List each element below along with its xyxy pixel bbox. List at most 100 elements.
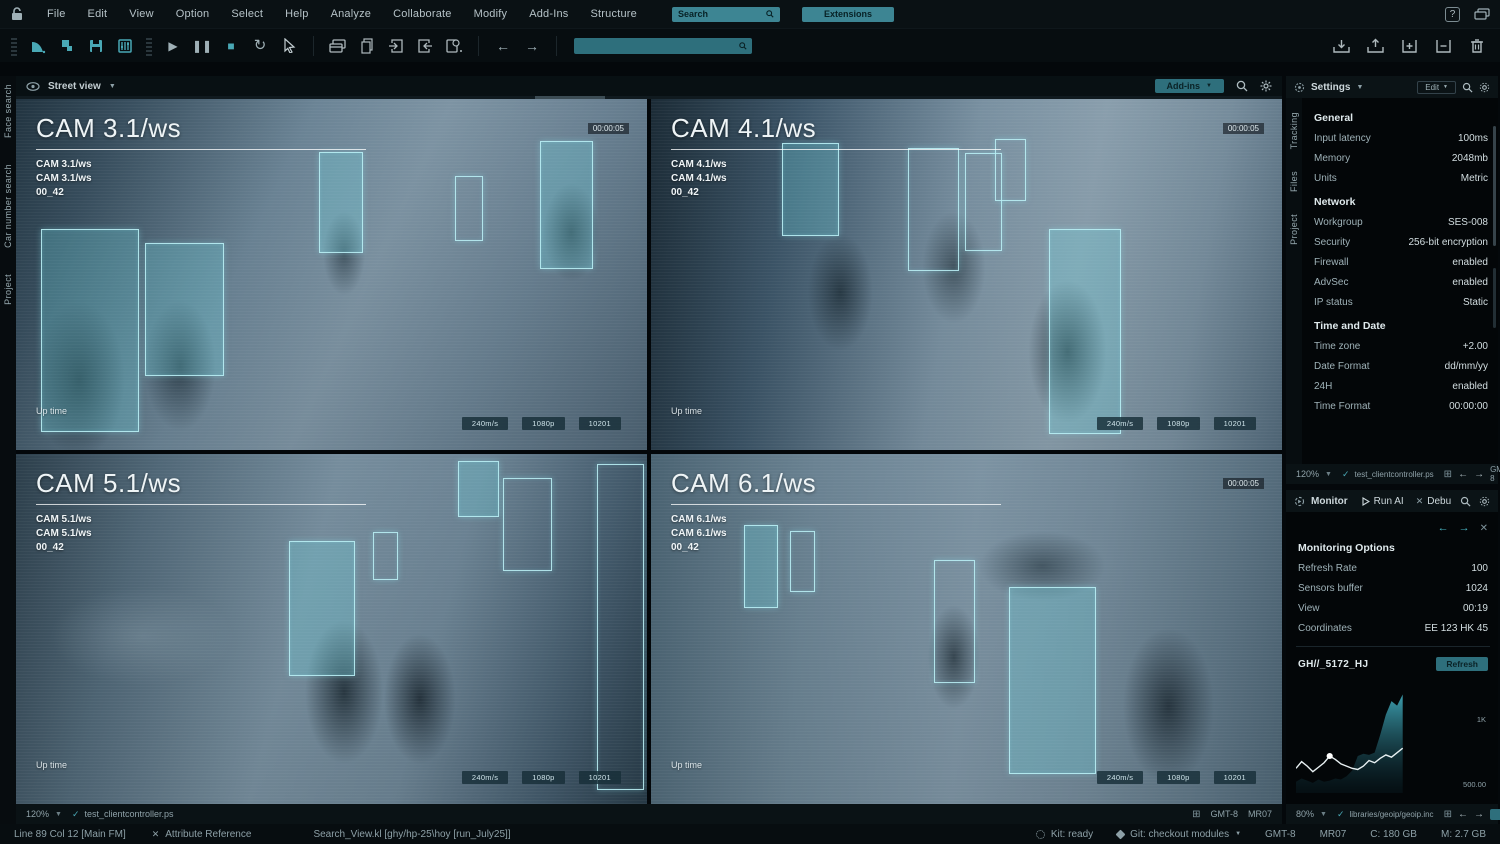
monitor-row-coordinates[interactable]: CoordinatesEE 123 HK 45	[1296, 618, 1490, 638]
run-ai-button[interactable]: Run AI	[1362, 496, 1404, 507]
history-doc-icon[interactable]	[443, 35, 465, 57]
monitor-row-sensors-buffer[interactable]: Sensors buffer1024	[1296, 578, 1490, 598]
tracking-box[interactable]	[289, 541, 355, 676]
gear-icon[interactable]	[1479, 496, 1490, 507]
back-icon[interactable]: ←	[1458, 469, 1468, 480]
settings-row-date-format[interactable]: Date Formatdd/mm/yy	[1312, 356, 1490, 376]
trash-icon[interactable]	[1466, 35, 1488, 57]
forward-icon[interactable]: →	[1474, 469, 1484, 480]
menu-item-view[interactable]: View	[118, 8, 164, 20]
settings-row-security[interactable]: Security256-bit encryption	[1312, 232, 1490, 252]
gear-icon[interactable]	[1479, 82, 1490, 93]
settings-row-time-format[interactable]: Time Format00:00:00	[1312, 396, 1490, 416]
vertical-scrollbar[interactable]	[1493, 268, 1496, 328]
toolbar-grip[interactable]	[11, 36, 17, 56]
add-frame-icon[interactable]	[1398, 35, 1420, 57]
transform-icon[interactable]: ↻	[249, 35, 271, 57]
tracking-box[interactable]	[597, 464, 644, 790]
menubar-search-input[interactable]: Search	[672, 7, 780, 22]
grid-icon[interactable]: ⊞	[1444, 469, 1452, 480]
settings-row-memory[interactable]: Memory2048mb	[1312, 148, 1490, 168]
menu-item-option[interactable]: Option	[165, 8, 221, 20]
tracking-box[interactable]	[540, 141, 594, 269]
debug-button[interactable]: ✕ Debu	[1416, 496, 1451, 507]
chevron-down-icon[interactable]: ▼	[109, 83, 116, 90]
toolbar-search-input[interactable]	[574, 38, 752, 54]
settings-row-advsec[interactable]: AdvSecenabled	[1312, 272, 1490, 292]
forward-icon[interactable]: →	[1474, 809, 1484, 820]
settings-tab-project[interactable]: Project	[1289, 214, 1299, 245]
grid-icon[interactable]: ⊞	[1192, 809, 1200, 820]
monitor-row-refresh-rate[interactable]: Refresh Rate100	[1296, 558, 1490, 578]
rail-face-search[interactable]: Face search	[3, 84, 13, 138]
rail-project[interactable]: Project	[3, 274, 13, 305]
addins-button[interactable]: Add-ins ▼	[1155, 79, 1224, 93]
menu-item-modify[interactable]: Modify	[463, 8, 519, 20]
help-icon[interactable]: ?	[1445, 7, 1460, 22]
search-icon[interactable]	[1236, 80, 1248, 92]
tracking-box[interactable]	[1049, 229, 1122, 434]
tracking-box[interactable]	[1009, 587, 1096, 775]
settings-tab-files[interactable]: Files	[1289, 171, 1299, 192]
extensions-button[interactable]: Extensions	[802, 7, 894, 22]
tracking-box[interactable]	[145, 243, 224, 376]
camera-feed-c4[interactable]: CAM 4.1/ws CAM 4.1/ws CAM 4.1/ws 00_42 0…	[651, 99, 1282, 450]
active-file[interactable]: ✓ libraries/geoip/geoip.inc	[1337, 809, 1434, 820]
settings-row-workgroup[interactable]: WorkgroupSES-008	[1312, 212, 1490, 232]
import-tray-icon[interactable]	[1330, 35, 1352, 57]
git-status[interactable]: Git: checkout modules ▼	[1117, 829, 1241, 840]
action-chip[interactable]	[1490, 809, 1500, 820]
settings-row-time-zone[interactable]: Time zone+2.00	[1312, 336, 1490, 356]
settings-row-24h[interactable]: 24Henabled	[1312, 376, 1490, 396]
save-icon[interactable]	[85, 35, 107, 57]
toolbar-grip[interactable]	[146, 36, 152, 56]
tracking-box[interactable]	[503, 478, 552, 571]
forward-icon[interactable]: →	[521, 35, 543, 57]
stop-icon[interactable]: ■	[220, 35, 242, 57]
menu-item-structure[interactable]: Structure	[580, 8, 648, 20]
tracking-box[interactable]	[373, 532, 398, 579]
camera-feed-c3[interactable]: CAM 3.1/ws CAM 3.1/ws CAM 3.1/ws 00_42 0…	[16, 99, 647, 450]
camera-feed-c6[interactable]: CAM 6.1/ws CAM 6.1/ws CAM 6.1/ws 00_42 0…	[651, 454, 1282, 805]
chevron-down-icon[interactable]: ▼	[1356, 84, 1363, 91]
tracking-box[interactable]	[455, 176, 483, 241]
tab-street-view[interactable]: Street view	[48, 81, 101, 92]
grid-icon[interactable]: ⊞	[1444, 809, 1452, 820]
tracking-box[interactable]	[458, 461, 499, 517]
gear-icon[interactable]	[1260, 80, 1272, 92]
settings-row-input-latency[interactable]: Input latency100ms	[1312, 128, 1490, 148]
zoom-level[interactable]: 80%▼	[1296, 809, 1327, 819]
back-icon[interactable]: ←	[1438, 522, 1449, 534]
monitor-row-view[interactable]: View00:19	[1296, 598, 1490, 618]
menu-item-help[interactable]: Help	[274, 8, 319, 20]
export-tray-icon[interactable]	[1364, 35, 1386, 57]
layers-tool-icon[interactable]	[56, 35, 78, 57]
attribute-reference[interactable]: ✕ Attribute Reference	[152, 829, 252, 840]
menu-item-select[interactable]: Select	[220, 8, 274, 20]
pause-icon[interactable]: ❚❚	[191, 35, 213, 57]
camera-feed-c5[interactable]: CAM 5.1/ws CAM 5.1/ws CAM 5.1/ws 00_42 U…	[16, 454, 647, 805]
chart-data-point[interactable]	[1327, 753, 1333, 759]
window-stack-icon[interactable]	[327, 35, 349, 57]
menu-item-file[interactable]: File	[36, 8, 77, 20]
settings-row-units[interactable]: UnitsMetric	[1312, 168, 1490, 188]
search-icon[interactable]	[1460, 496, 1471, 507]
play-icon[interactable]: ▶	[162, 35, 184, 57]
import-doc-icon[interactable]	[385, 35, 407, 57]
rail-car-number-search[interactable]: Car number search	[3, 164, 13, 248]
menu-item-add-ins[interactable]: Add-Ins	[518, 8, 579, 20]
settings-row-firewall[interactable]: Firewallenabled	[1312, 252, 1490, 272]
settings-row-ip-status[interactable]: IP statusStatic	[1312, 292, 1490, 312]
menu-item-analyze[interactable]: Analyze	[320, 8, 383, 20]
shape-tool-icon[interactable]	[27, 35, 49, 57]
settings-tab-tracking[interactable]: Tracking	[1289, 112, 1299, 149]
copy-pages-icon[interactable]	[356, 35, 378, 57]
tracking-box[interactable]	[934, 560, 975, 683]
active-file[interactable]: ✓ test_clientcontroller.ps	[1342, 469, 1434, 480]
zoom-level[interactable]: 120%▼	[1296, 469, 1332, 479]
active-file[interactable]: ✓ test_clientcontroller.ps	[72, 809, 174, 820]
menu-item-edit[interactable]: Edit	[77, 8, 119, 20]
menu-item-collaborate[interactable]: Collaborate	[382, 8, 462, 20]
cursor-tool-icon[interactable]	[278, 35, 300, 57]
back-icon[interactable]: ←	[492, 35, 514, 57]
